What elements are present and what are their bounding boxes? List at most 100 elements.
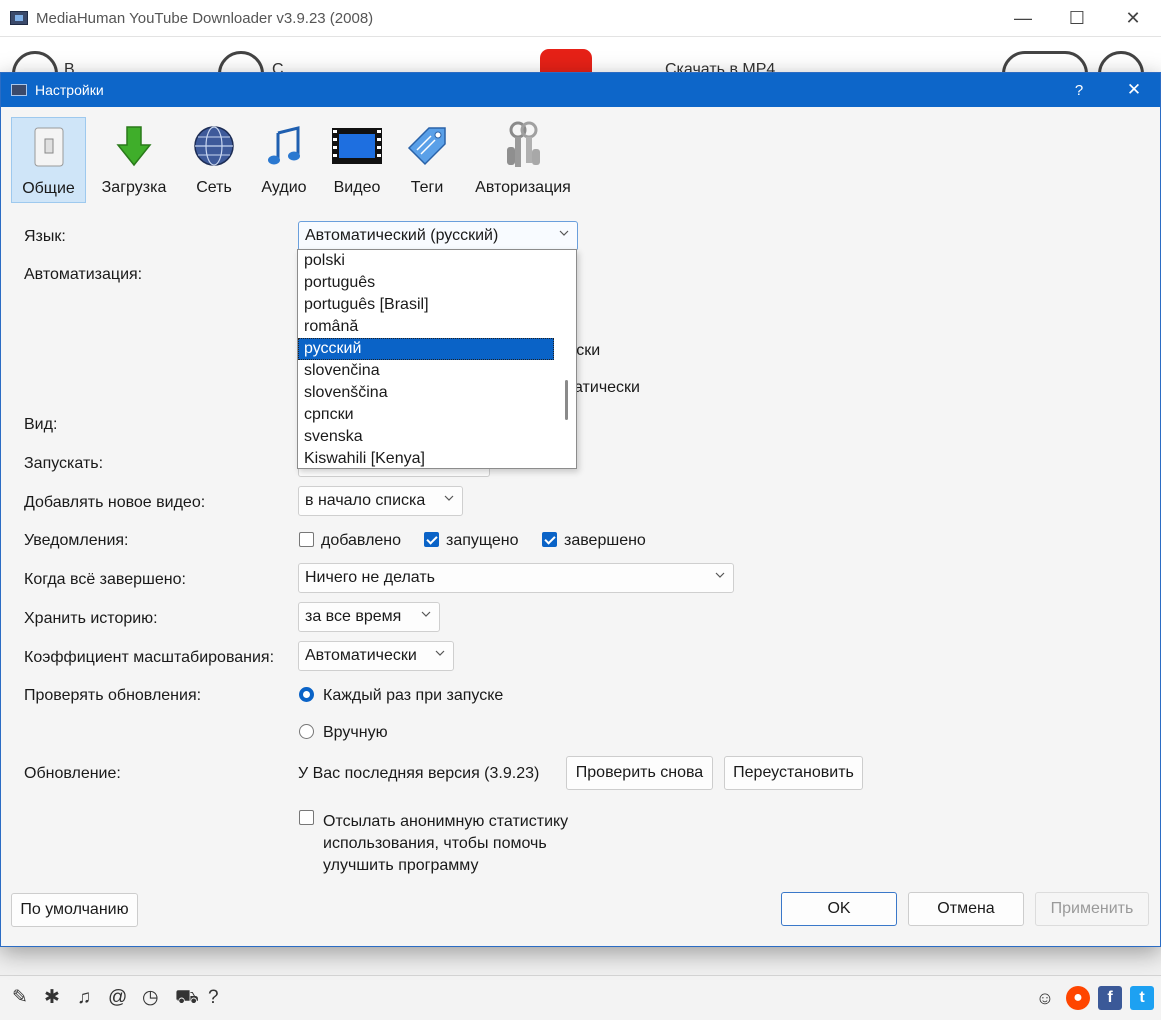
globe-icon [187,121,241,171]
launch-label: Запускать: [24,455,104,472]
switch-icon [12,122,85,172]
language-option[interactable]: српски [298,404,554,426]
settings-tabs: Общие Загрузка Сеть Аудио Видео Теги Авт… [1,107,1160,205]
tab-network[interactable]: Сеть [187,117,241,203]
maximize-icon[interactable]: ☐ [1050,0,1104,36]
tab-network-label: Сеть [196,179,232,196]
dialog-app-icon [11,84,27,96]
notif-added-checkbox[interactable] [299,532,314,547]
history-select-value: за все время [305,608,402,625]
reddit-icon[interactable]: ● [1066,986,1090,1010]
tab-video[interactable]: Видео [327,117,387,203]
app-title: MediaHuman YouTube Downloader v3.9.23 (2… [36,9,374,27]
send-stats-label-line1: Отсылать анонимную статистику [323,813,569,830]
notifications-label: Уведомления: [24,532,129,549]
music-icon[interactable]: ♫ [77,988,91,1007]
dialog-close-icon[interactable]: ✕ [1119,73,1149,107]
scale-label: Коэффициент масштабирования: [24,649,275,666]
binoculars-icon[interactable]: ⛟ [175,988,199,1007]
help-icon[interactable]: ? [208,988,219,1007]
ok-button[interactable]: OK [781,892,897,926]
close-icon[interactable]: ✕ [1106,0,1160,36]
history-label: Хранить историю: [24,610,158,627]
language-option[interactable]: română [298,316,554,338]
cancel-button[interactable]: Отмена [908,892,1024,926]
mascot-icon[interactable]: ☺ [1033,986,1057,1010]
notif-started-checkbox[interactable] [424,532,439,547]
language-option[interactable]: svenska [298,426,554,448]
language-option[interactable]: polski [298,250,554,272]
apply-button[interactable]: Применить [1035,892,1149,926]
app-titlebar: MediaHuman YouTube Downloader v3.9.23 (2… [0,0,1161,36]
language-option[interactable]: slovenščina [298,382,554,404]
tab-audio[interactable]: Аудио [255,117,313,203]
language-select-value: Автоматический (русский) [305,227,499,244]
update-label: Обновление: [24,765,121,782]
scale-select[interactable]: Автоматически [298,641,454,671]
notif-finished-checkbox[interactable] [542,532,557,547]
history-select[interactable]: за все время [298,602,440,632]
chevron-down-icon [435,650,445,656]
defaults-button[interactable]: По умолчанию [11,893,138,927]
tab-authorization[interactable]: Авторизация [467,117,579,203]
language-option[interactable]: slovenčina [298,360,554,382]
tab-general[interactable]: Общие [11,117,86,203]
dialog-help-icon[interactable]: ? [1067,73,1091,107]
tab-tags[interactable]: Теги [401,117,453,203]
add-video-select[interactable]: в начало списка [298,486,463,516]
language-option-selected[interactable]: русский [298,338,554,360]
when-done-label: Когда всё завершено: [24,571,186,588]
snail-icon[interactable]: @ [108,988,127,1007]
update-each-start-radio[interactable] [299,687,314,702]
dialog-title: Настройки [35,82,104,98]
reinstall-button[interactable]: Переустановить [724,756,863,790]
update-status-text: У Вас последняя версия (3.9.23) [298,765,540,782]
broom-icon[interactable]: ✎ [12,988,28,1007]
when-done-select[interactable]: Ничего не делать [298,563,734,593]
film-strip-icon [327,121,387,171]
tab-audio-label: Аудио [261,179,307,196]
tab-authorization-label: Авторизация [475,179,571,196]
gear-icon[interactable]: ✱ [44,988,60,1007]
check-updates-label: Проверять обновления: [24,687,202,704]
tab-general-label: Общие [22,180,75,197]
keys-icon [467,121,579,171]
scale-select-value: Автоматически [305,647,417,664]
language-select[interactable]: Автоматический (русский) [298,221,578,251]
tag-icon [401,121,453,171]
tab-download-label: Загрузка [101,179,167,196]
update-each-start-label: Каждый раз при запуске [323,687,504,704]
language-option[interactable]: português [Brasil] [298,294,554,316]
notif-added-label: добавлено [321,532,402,549]
tab-video-label: Видео [333,179,381,196]
minimize-icon[interactable]: — [996,0,1050,36]
dialog-titlebar: Настройки ? ✕ [1,73,1160,107]
music-note-icon [255,121,313,171]
tab-download[interactable]: Загрузка [95,117,173,203]
chevron-down-icon [715,572,725,578]
app-logo-icon [10,11,28,25]
notif-finished-label: завершено [564,532,646,549]
send-stats-checkbox[interactable] [299,810,314,825]
facebook-icon[interactable]: f [1098,986,1122,1010]
dropdown-scrollbar-thumb[interactable] [565,380,568,420]
add-video-select-value: в начало списка [305,492,426,509]
download-arrow-icon [95,121,173,171]
app-toolbar: В С Скачать в MP4 [0,36,1161,76]
check-again-button[interactable]: Проверить снова [566,756,713,790]
update-manual-radio[interactable] [299,724,314,739]
chevron-down-icon [444,495,454,501]
tab-tags-label: Теги [410,179,444,196]
language-option[interactable]: Kiswahili [Kenya] [298,448,554,468]
chevron-down-icon [421,611,431,617]
add-video-label: Добавлять новое видео: [24,494,206,511]
notif-started-label: запущено [446,532,519,549]
settings-dialog: Настройки ? ✕ Общие Загрузка Сеть Аудио … [0,72,1161,947]
update-manual-label: Вручную [323,724,388,741]
send-stats-label-line2: использования, чтобы помочь [323,835,547,852]
language-option[interactable]: português [298,272,554,294]
language-dropdown-list: polski português português [Brasil] româ… [297,249,577,469]
twitter-icon[interactable]: t [1130,986,1154,1010]
clock-icon[interactable]: ◷ [142,988,159,1007]
when-done-select-value: Ничего не делать [305,569,435,586]
